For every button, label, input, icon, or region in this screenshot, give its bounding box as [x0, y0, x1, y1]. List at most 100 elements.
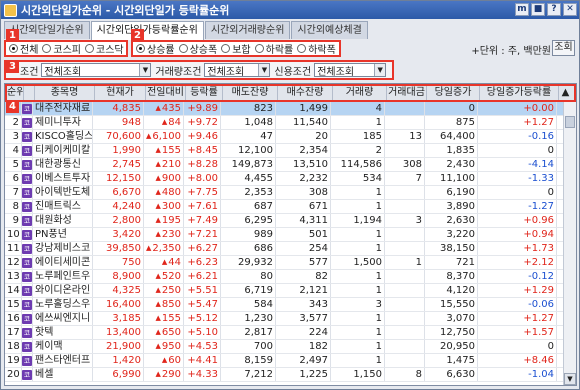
change-value: 155: [161, 145, 181, 156]
header-rank[interactable]: 순위: [7, 86, 24, 100]
cell-sell: 700: [221, 340, 276, 353]
cell-chg: ▲ 230: [144, 228, 184, 241]
table-row[interactable]: 6 코 이베스트투자 12,150 ▲ 900 +8.00 4,455 2,232 534 7 11,…: [5, 172, 563, 186]
table-row[interactable]: 13 코 노루페인트우 8,900 ▲ 520 +6.21 80 82 1 8,370 -0.12: [5, 270, 563, 284]
header-change[interactable]: 전일대비: [146, 86, 186, 100]
cell-mk: 코: [22, 116, 33, 129]
table-row[interactable]: 1코대주전자재료4,835▲435+9.898231,49940+0.00: [5, 102, 563, 116]
chevron-down-icon[interactable]: ▼: [139, 64, 151, 76]
cell-mk: 코: [22, 186, 33, 199]
ranking-table: 순위 종목명 현재가 전일대비 등락률 매도잔량 매수잔량 거래량 거래대금 당…: [4, 83, 577, 386]
volume-condition-select[interactable]: 전체조회 ▼: [204, 63, 271, 78]
table-row[interactable]: 9 코 대원화성 2,800 ▲ 195 +7.49 6,295 4,311 1,194 3 2,63…: [5, 214, 563, 228]
radio-fall-amount[interactable]: 하락폭: [297, 41, 336, 56]
main-window: 시간외단일가순위 - 시간외단일가 등락률순위 m ■ ? ✕ 시간외단일가순위…: [0, 0, 580, 390]
cell-rate: +6.27: [184, 242, 221, 255]
table-row[interactable]: 5 코 대한광통신 2,745 ▲ 210 +8.28 149,873 13,510 114,58…: [5, 158, 563, 172]
table-row[interactable]: 7 코 아이텍반도체 6,670 ▲ 480 +7.75 2,353 308 1 6,190 0: [5, 186, 563, 200]
change-value: 850: [161, 299, 181, 310]
header-volume[interactable]: 거래량: [333, 86, 387, 100]
cell-dvol: 6,190: [425, 186, 478, 199]
vertical-scrollbar[interactable]: ▼: [563, 102, 576, 385]
table-row[interactable]: 10 코 PN풍년 3,420 ▲ 230 +7.21 989 501 1 3,220 +0.94: [5, 228, 563, 242]
table-row[interactable]: 14 코 와이디온라인 4,325 ▲ 250 +5.51 6,719 2,121 1 4,120 +…: [5, 284, 563, 298]
radio-all[interactable]: 전체: [9, 41, 38, 56]
chevron-up-icon[interactable]: ▲: [559, 86, 572, 100]
table-row[interactable]: 17 코 핫텍 13,400 ▲ 650 +5.10 2,817 224 1 12,750 +1.57: [5, 326, 563, 340]
table-row[interactable]: 4 코 티케이케미칼 1,990 ▲ 155 +8.45 12,100 2,354 2 1,835 0: [5, 144, 563, 158]
cell-price: 4,240: [93, 200, 144, 213]
table-row[interactable]: 15 코 노루홀딩스우 16,400 ▲ 850 +5.47 584 343 3 15,550 -0.…: [5, 298, 563, 312]
cell-dvol: 1,475: [425, 354, 478, 367]
tab-afterhours-change-rank[interactable]: 시간외단일가등락률순위: [90, 21, 204, 40]
cell-rate: +4.33: [184, 368, 221, 381]
header-price[interactable]: 현재가: [95, 86, 146, 100]
cell-rank: 12: [5, 256, 22, 269]
table-row[interactable]: 8 코 진매트릭스 4,240 ▲ 300 +7.61 687 671 1 3,890 -1.27: [5, 200, 563, 214]
header-market: [24, 86, 35, 100]
header-rate[interactable]: 등락률: [186, 86, 223, 100]
table-row[interactable]: 20 코 베셀 6,990 ▲ 290 +4.33 7,212 1,225 1,150 8 6,630…: [5, 368, 563, 382]
table-row[interactable]: 18 코 케이맥 21,900 ▲ 950 +4.53 700 182 1 20,950 0: [5, 340, 563, 354]
table-row[interactable]: 19 코 팬스타엔터프 1,420 ▲ 60 +4.41 8,159 2,497 1 1,475 +8…: [5, 354, 563, 368]
radio-rise-amount[interactable]: 상승폭: [178, 41, 217, 56]
up-arrow-icon: ▲: [155, 272, 161, 280]
chevron-down-icon[interactable]: ▼: [258, 64, 270, 76]
header-name[interactable]: 종목명: [35, 86, 95, 100]
cell-chg: ▲ 290: [144, 368, 184, 381]
cell-dvol: 721: [425, 256, 478, 269]
tab-afterhours-expected[interactable]: 시간외예상체결: [291, 21, 368, 39]
header-buy-remain[interactable]: 매수잔량: [278, 86, 333, 100]
cell-chg: ▲ 84: [144, 116, 184, 129]
chevron-down-icon[interactable]: ▼: [374, 64, 386, 76]
direction-radio-group: 상승률 상승폭 보합 하락률 하락폭: [131, 40, 341, 57]
cell-rank: 14: [5, 284, 22, 297]
cell-buy: 577: [276, 256, 331, 269]
header-sell-remain[interactable]: 매도잔량: [223, 86, 278, 100]
market-badge-icon: 코: [22, 369, 32, 380]
cell-name: PN풍년: [33, 228, 93, 241]
cell-amt: [385, 242, 425, 255]
cell-chg: ▲ 435: [144, 102, 184, 115]
tab-afterhours-volume-rank[interactable]: 시간외거래량순위: [204, 21, 291, 39]
cell-drate: +8.46: [478, 354, 557, 367]
change-value: 300: [161, 201, 181, 212]
market-badge-icon: 코: [22, 299, 32, 310]
condition-select[interactable]: 전체조회 ▼: [41, 63, 152, 78]
cell-chg: ▲ 195: [144, 214, 184, 227]
header-day-increase-rate[interactable]: 당일증가등락률: [480, 86, 559, 100]
credit-condition-select[interactable]: 전체조회 ▼: [314, 63, 387, 78]
scrollbar-thumb[interactable]: [565, 116, 575, 128]
menu-m-button[interactable]: m: [515, 3, 529, 16]
table-row[interactable]: 3 코 KISCO홀딩스 70,600 ▲ 6,100 +9.46 47 20 185 13 64,4…: [5, 130, 563, 144]
cell-dvol: 3,220: [425, 228, 478, 241]
scroll-down-icon[interactable]: ▼: [564, 373, 576, 385]
up-arrow-icon: ▲: [155, 286, 161, 294]
pin-button[interactable]: ■: [531, 3, 545, 16]
table-row[interactable]: 12 코 에이티세미콘 750 ▲ 44 +6.23 29,932 577 1,500 1 721 +2…: [5, 256, 563, 270]
table-row[interactable]: 16 코 에쓰씨엔지니 3,185 ▲ 155 +5.12 1,230 3,577 1 3,070 +…: [5, 312, 563, 326]
table-row[interactable]: 11 코 강남제비스코 39,850 ▲ 2,350 +6.27 686 254 1 38,150 +…: [5, 242, 563, 256]
radio-fall-rate[interactable]: 하락률: [254, 41, 293, 56]
header-day-increase[interactable]: 당일증가: [427, 86, 480, 100]
cell-drate: -1.04: [478, 368, 557, 381]
close-button[interactable]: ✕: [563, 3, 577, 16]
header-amount[interactable]: 거래대금: [387, 86, 427, 100]
radio-kosdaq[interactable]: 코스닥: [85, 41, 124, 56]
cell-amt: 3: [385, 214, 425, 227]
cell-rank: 11: [5, 242, 22, 255]
radio-kospi[interactable]: 코스피: [42, 41, 81, 56]
cell-chg: ▲ 850: [144, 298, 184, 311]
cell-vol: 4: [331, 102, 385, 115]
help-button[interactable]: ?: [547, 3, 561, 16]
query-button[interactable]: 조회: [552, 40, 575, 56]
cell-rank: 15: [5, 298, 22, 311]
cell-amt: 8: [385, 368, 425, 381]
cell-chg: ▲ 300: [144, 200, 184, 213]
radio-rise-rate[interactable]: 상승률: [136, 41, 175, 56]
cell-vol: 1: [331, 200, 385, 213]
cell-drate: -4.14: [478, 158, 557, 171]
cell-price: 39,850: [93, 242, 144, 255]
radio-flat[interactable]: 보합: [221, 41, 251, 56]
table-row[interactable]: 2 코 제미니투자 948 ▲ 84 +9.72 1,048 11,540 1 875 +1.27: [5, 116, 563, 130]
